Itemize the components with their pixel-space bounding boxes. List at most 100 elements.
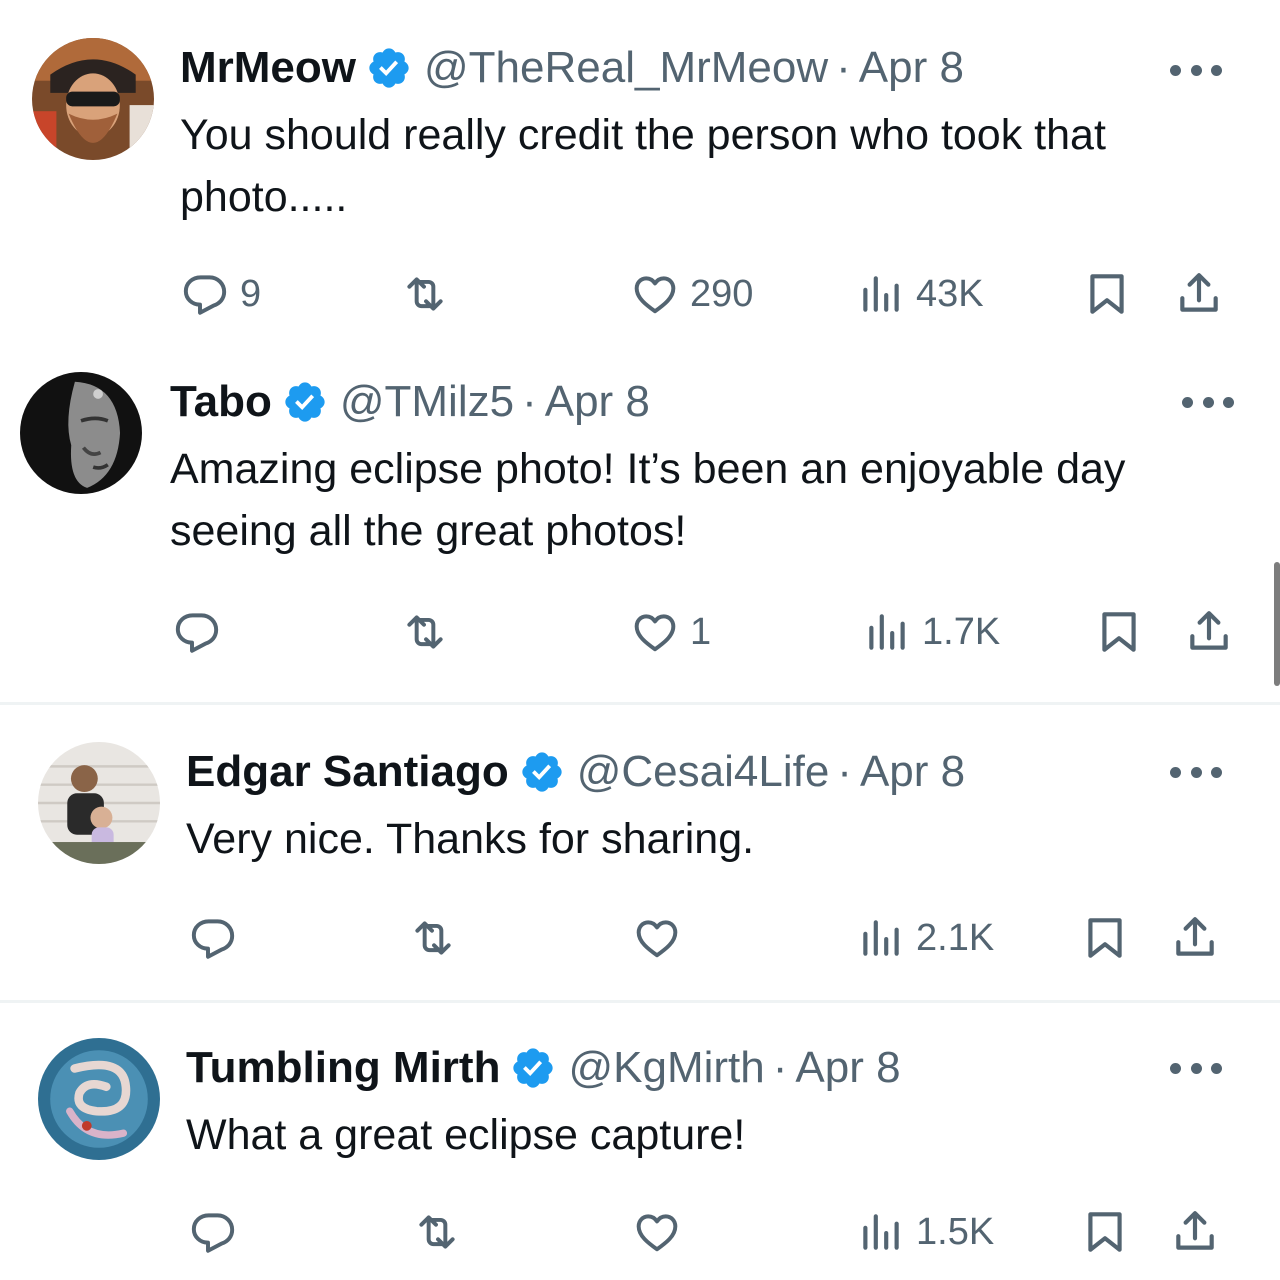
tweet-mrmeow[interactable]: MrMeow @TheReal_MrMeow · Apr 8 You shoul… <box>0 0 1280 352</box>
avatar[interactable] <box>38 742 160 864</box>
retweet-button[interactable] <box>400 604 450 660</box>
tweet-text: Amazing eclipse photo! It’s been an enjo… <box>170 438 1125 562</box>
verified-badge-icon <box>519 749 565 795</box>
retweet-icon <box>400 269 450 319</box>
tweet-actions: 2.1K <box>0 910 1280 966</box>
avatar[interactable] <box>32 38 154 160</box>
views-count: 1.5K <box>916 1210 995 1253</box>
retweet-icon <box>400 607 450 657</box>
views-count: 43K <box>916 272 984 315</box>
bookmark-button[interactable] <box>1094 604 1144 660</box>
share-icon <box>1184 607 1234 657</box>
bookmark-icon <box>1082 269 1132 319</box>
reply-button[interactable]: 9 <box>180 266 261 322</box>
tweet-header: Tumbling Mirth @KgMirth · Apr 8 <box>186 1038 901 1098</box>
like-icon <box>632 1207 682 1257</box>
replies-feed: MrMeow @TheReal_MrMeow · Apr 8 You shoul… <box>0 0 1280 1280</box>
user-handle[interactable]: @TheReal_MrMeow <box>424 43 828 93</box>
share-button[interactable] <box>1184 604 1234 660</box>
views-button[interactable]: 1.5K <box>856 1204 994 1260</box>
tweet-text-line: What a great eclipse capture! <box>186 1111 746 1159</box>
tweet-text: You should really credit the person who … <box>180 104 1106 228</box>
reply-count: 9 <box>240 272 262 315</box>
display-name[interactable]: Tabo <box>170 377 272 427</box>
reply-button[interactable] <box>188 910 238 966</box>
reply-button[interactable] <box>172 604 222 660</box>
verified-badge-icon <box>510 1045 556 1091</box>
reply-button[interactable] <box>188 1204 238 1260</box>
like-button[interactable]: 290 <box>630 266 753 322</box>
tweet-text: Very nice. Thanks for sharing. <box>186 808 754 870</box>
tweet-text-line: Amazing eclipse photo! It’s been an enjo… <box>170 445 1126 493</box>
more-options-icon[interactable] <box>1170 764 1222 780</box>
share-icon <box>1170 913 1220 963</box>
bookmark-icon <box>1094 607 1144 657</box>
tweet-date[interactable]: Apr 8 <box>795 1043 900 1093</box>
separator: · <box>837 747 852 796</box>
views-button[interactable]: 2.1K <box>856 910 994 966</box>
tweet-tumbling-mirth[interactable]: Tumbling Mirth @KgMirth · Apr 8 What a g… <box>0 1004 1280 1280</box>
abstract-swirl-avatar <box>38 1038 160 1160</box>
tweet-date[interactable]: Apr 8 <box>545 377 650 427</box>
display-name[interactable]: Tumbling Mirth <box>186 1043 500 1093</box>
bookmark-button[interactable] <box>1082 266 1132 322</box>
user-handle[interactable]: @Cesai4Life <box>577 747 830 797</box>
views-count: 1.7K <box>922 610 1001 653</box>
views-button[interactable]: 1.7K <box>862 604 1000 660</box>
tweet-tabo[interactable]: Tabo @TMilz5 · Apr 8 Amazing eclipse pho… <box>0 352 1280 704</box>
share-button[interactable] <box>1174 266 1224 322</box>
retweet-button[interactable] <box>408 910 458 966</box>
tweet-header: Edgar Santiago @Cesai4Life · Apr 8 <box>186 742 965 802</box>
bookmark-icon <box>1080 1207 1130 1257</box>
separator: · <box>836 43 851 92</box>
share-icon <box>1174 269 1224 319</box>
tweet-date[interactable]: Apr 8 <box>859 43 964 93</box>
father-and-child-avatar <box>38 742 160 864</box>
retweet-button[interactable] <box>412 1204 462 1260</box>
views-icon <box>862 607 912 657</box>
share-button[interactable] <box>1170 1204 1220 1260</box>
buddha-face-avatar <box>20 372 142 494</box>
views-button[interactable]: 43K <box>856 266 984 322</box>
user-handle[interactable]: @KgMirth <box>568 1043 764 1093</box>
like-count: 290 <box>690 272 754 315</box>
tweet-text-line: You should really credit the person who … <box>180 111 1106 159</box>
display-name[interactable]: MrMeow <box>180 43 356 93</box>
tweet-text: What a great eclipse capture! <box>186 1104 745 1166</box>
retweet-button[interactable] <box>400 266 450 322</box>
tweet-divider <box>0 1000 1280 1003</box>
like-button[interactable] <box>632 910 682 966</box>
verified-badge-icon <box>282 379 328 425</box>
reply-icon <box>188 1207 238 1257</box>
share-button[interactable] <box>1170 910 1220 966</box>
like-button[interactable]: 1 <box>630 604 711 660</box>
more-options-icon[interactable] <box>1182 394 1234 410</box>
retweet-icon <box>408 913 458 963</box>
like-icon <box>630 269 680 319</box>
more-options-icon[interactable] <box>1170 62 1222 78</box>
bookmark-button[interactable] <box>1080 1204 1130 1260</box>
more-options-icon[interactable] <box>1170 1060 1222 1076</box>
tweet-actions: 9 290 43K <box>0 266 1280 322</box>
user-handle[interactable]: @TMilz5 <box>340 377 514 427</box>
reply-icon <box>172 607 222 657</box>
views-icon <box>856 1207 906 1257</box>
display-name[interactable]: Edgar Santiago <box>186 747 509 797</box>
tweet-edgar-santiago[interactable]: Edgar Santiago @Cesai4Life · Apr 8 Very … <box>0 704 1280 1002</box>
bookmark-button[interactable] <box>1080 910 1130 966</box>
tweet-date[interactable]: Apr 8 <box>860 747 965 797</box>
tweet-actions: 1.5K <box>0 1204 1280 1260</box>
avatar[interactable] <box>38 1038 160 1160</box>
man-with-beard-and-goggles-avatar <box>32 38 154 160</box>
like-count: 1 <box>690 610 712 653</box>
tweet-text-line: photo..... <box>180 173 348 221</box>
reply-icon <box>180 269 230 319</box>
like-icon <box>630 607 680 657</box>
like-icon <box>632 913 682 963</box>
scrollbar[interactable] <box>1274 562 1280 686</box>
avatar[interactable] <box>20 372 142 494</box>
like-button[interactable] <box>632 1204 682 1260</box>
bookmark-icon <box>1080 913 1130 963</box>
tweet-text-line: Very nice. Thanks for sharing. <box>186 815 755 863</box>
tweet-actions: 1 1.7K <box>0 604 1280 660</box>
